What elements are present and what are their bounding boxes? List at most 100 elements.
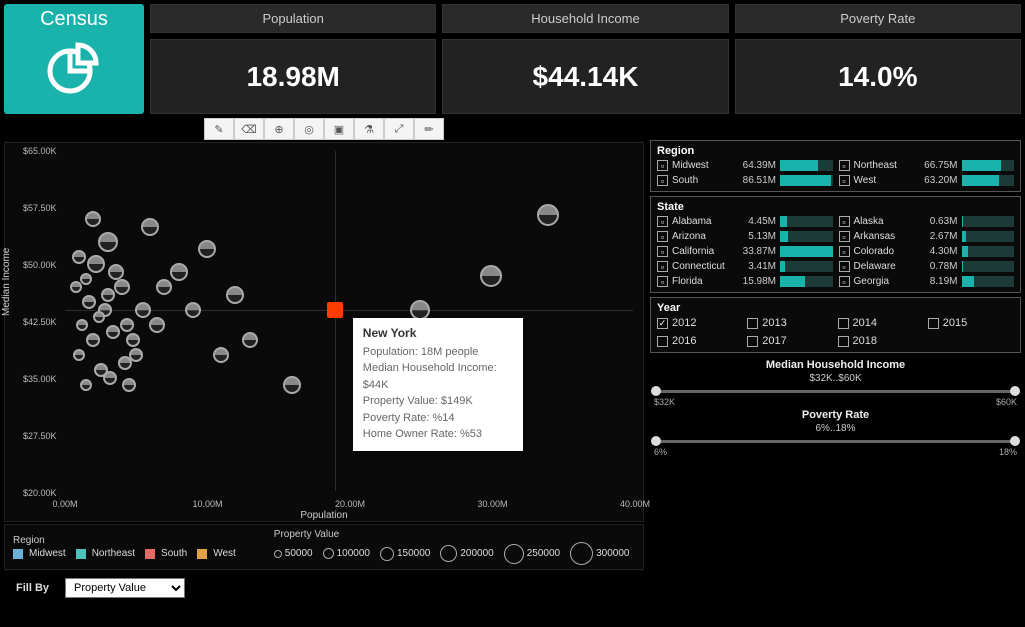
year-item[interactable]: 2015 (928, 316, 1014, 330)
scatter-chart[interactable]: Median Income Population $20.00K$27.50K$… (4, 142, 644, 522)
slider-thumb-hi[interactable] (1010, 386, 1020, 396)
pencil-icon[interactable]: ✏ (414, 118, 444, 140)
eraser-icon[interactable]: ⌫ (234, 118, 264, 140)
scatter-point[interactable] (114, 279, 130, 295)
legend-size-item[interactable]: 150000 (380, 547, 430, 561)
year-item[interactable]: 2018 (838, 334, 924, 348)
filter-item[interactable]: ▫ Alaska 0.63M (839, 215, 1015, 228)
checkbox-icon[interactable]: ▫ (839, 276, 850, 287)
checkbox-icon[interactable] (928, 318, 939, 329)
scatter-point[interactable] (242, 332, 258, 348)
filter-item[interactable]: ▫ California 33.87M (657, 245, 833, 258)
checkbox-icon[interactable] (747, 318, 758, 329)
filter-item[interactable]: ▫ Colorado 4.30M (839, 245, 1015, 258)
scatter-point[interactable] (101, 288, 115, 302)
scatter-point[interactable] (118, 356, 132, 370)
scatter-point[interactable] (198, 240, 216, 258)
checkbox-icon[interactable]: ▫ (657, 261, 668, 272)
slider-thumb-hi[interactable] (1010, 436, 1020, 446)
scatter-point[interactable] (72, 250, 86, 264)
scatter-point[interactable] (213, 347, 229, 363)
scatter-point[interactable] (87, 255, 105, 273)
scatter-point[interactable] (73, 349, 85, 361)
filter-item[interactable]: ▫ Florida 15.98M (657, 275, 833, 288)
checkbox-icon[interactable] (838, 318, 849, 329)
year-item[interactable]: ✓ 2012 (657, 316, 743, 330)
fillby-select[interactable]: Property Value (65, 578, 185, 598)
filter-item[interactable]: ▫ Arizona 5.13M (657, 230, 833, 243)
scatter-point[interactable] (122, 378, 136, 392)
scatter-point[interactable] (82, 295, 96, 309)
scatter-point[interactable] (108, 264, 124, 280)
checkbox-icon[interactable]: ▫ (839, 246, 850, 257)
checkbox-icon[interactable]: ▫ (657, 216, 668, 227)
legend-size-item[interactable]: 200000 (440, 545, 493, 562)
year-item[interactable]: 2017 (747, 334, 833, 348)
census-brand-tile[interactable]: Census (4, 4, 144, 114)
scatter-point[interactable] (141, 218, 159, 236)
zoom-icon[interactable]: ⊕ (264, 118, 294, 140)
checkbox-icon[interactable]: ▫ (657, 160, 668, 171)
checkbox-icon[interactable] (657, 336, 668, 347)
scatter-point[interactable] (80, 273, 92, 285)
scatter-point[interactable] (149, 317, 165, 333)
scatter-point[interactable] (283, 376, 301, 394)
checkbox-icon[interactable]: ▫ (839, 216, 850, 227)
scatter-point[interactable] (76, 319, 88, 331)
legend-region-item[interactable]: Northeast (76, 548, 135, 559)
year-item[interactable]: 2014 (838, 316, 924, 330)
filter-item[interactable]: ▫ Georgia 8.19M (839, 275, 1015, 288)
scatter-point[interactable] (98, 232, 118, 252)
filter-item[interactable]: ▫ West 63.20M (839, 174, 1015, 187)
scatter-point[interactable] (226, 286, 244, 304)
scatter-point[interactable] (80, 379, 92, 391)
filter-item[interactable]: ▫ Connecticut 3.41M (657, 260, 833, 273)
checkbox-icon[interactable]: ▫ (657, 175, 668, 186)
checkbox-icon[interactable]: ▫ (839, 231, 850, 242)
scatter-point[interactable] (537, 204, 559, 226)
legend-size-item[interactable]: 250000 (504, 544, 560, 564)
legend-size-item[interactable]: 100000 (323, 548, 370, 559)
checkbox-icon[interactable] (747, 336, 758, 347)
checkbox-icon[interactable]: ▫ (839, 160, 850, 171)
scatter-point[interactable] (85, 211, 101, 227)
scatter-point[interactable] (103, 371, 117, 385)
range-slider[interactable] (656, 436, 1015, 446)
slider-thumb-lo[interactable] (651, 386, 661, 396)
year-item[interactable]: 2016 (657, 334, 743, 348)
checkbox-icon[interactable]: ✓ (657, 318, 668, 329)
brush-icon[interactable]: ✎ (204, 118, 234, 140)
scatter-point[interactable] (70, 281, 82, 293)
checkbox-icon[interactable]: ▫ (657, 231, 668, 242)
microscope-icon[interactable]: ⚗ (354, 118, 384, 140)
checkbox-icon[interactable]: ▫ (839, 261, 850, 272)
scatter-point[interactable] (93, 311, 105, 323)
filter-item[interactable]: ▫ Arkansas 2.67M (839, 230, 1015, 243)
scatter-point-selected[interactable] (327, 302, 343, 318)
legend-region-item[interactable]: Midwest (13, 548, 66, 559)
scatter-point[interactable] (156, 279, 172, 295)
filter-item[interactable]: ▫ Midwest 64.39M (657, 159, 833, 172)
checkbox-icon[interactable] (838, 336, 849, 347)
legend-region-item[interactable]: West (197, 548, 236, 559)
filter-item[interactable]: ▫ Northeast 66.75M (839, 159, 1015, 172)
checkbox-icon[interactable]: ▫ (839, 175, 850, 186)
range-slider[interactable] (656, 386, 1015, 396)
filter-item[interactable]: ▫ Alabama 4.45M (657, 215, 833, 228)
scatter-point[interactable] (480, 265, 502, 287)
legend-size-item[interactable]: 50000 (274, 548, 313, 559)
scatter-point[interactable] (170, 263, 188, 281)
filter-item[interactable]: ▫ South 86.51M (657, 174, 833, 187)
legend-region-item[interactable]: South (145, 548, 187, 559)
scatter-point[interactable] (86, 333, 100, 347)
fit-icon[interactable]: ▣ (324, 118, 354, 140)
scatter-point[interactable] (120, 318, 134, 332)
scatter-point[interactable] (106, 325, 120, 339)
year-item[interactable]: 2013 (747, 316, 833, 330)
scatter-point[interactable] (126, 333, 140, 347)
slider-thumb-lo[interactable] (651, 436, 661, 446)
filter-item[interactable]: ▫ Delaware 0.78M (839, 260, 1015, 273)
expand-icon[interactable]: ⤢ (384, 118, 414, 140)
hide-icon[interactable]: ◎ (294, 118, 324, 140)
checkbox-icon[interactable]: ▫ (657, 276, 668, 287)
